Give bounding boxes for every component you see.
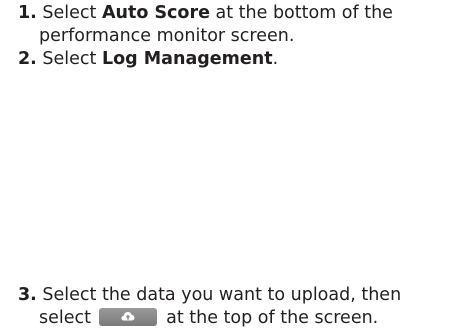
log-management-label: Log Management: [101, 49, 273, 69]
step-text: Select: [42, 3, 102, 23]
step-text: .: [272, 49, 279, 69]
step-2: 2. Select Log Management.: [18, 48, 458, 71]
step-text: Select: [42, 49, 102, 69]
step-number: 1.: [18, 3, 37, 23]
step-3: 3. Select the data you want to upload, t…: [18, 284, 458, 330]
cloud-upload-icon: [121, 312, 135, 321]
step-number: 3.: [18, 285, 37, 305]
upload-button[interactable]: [98, 308, 157, 326]
manual-page: 1. Select Auto Score at the bottom of th…: [0, 0, 461, 336]
step-text: at the top of the screen.: [160, 308, 379, 328]
step-number: 2.: [18, 49, 37, 69]
step-1: 1. Select Auto Score at the bottom of th…: [18, 2, 458, 48]
auto-score-label: Auto Score: [101, 3, 210, 23]
